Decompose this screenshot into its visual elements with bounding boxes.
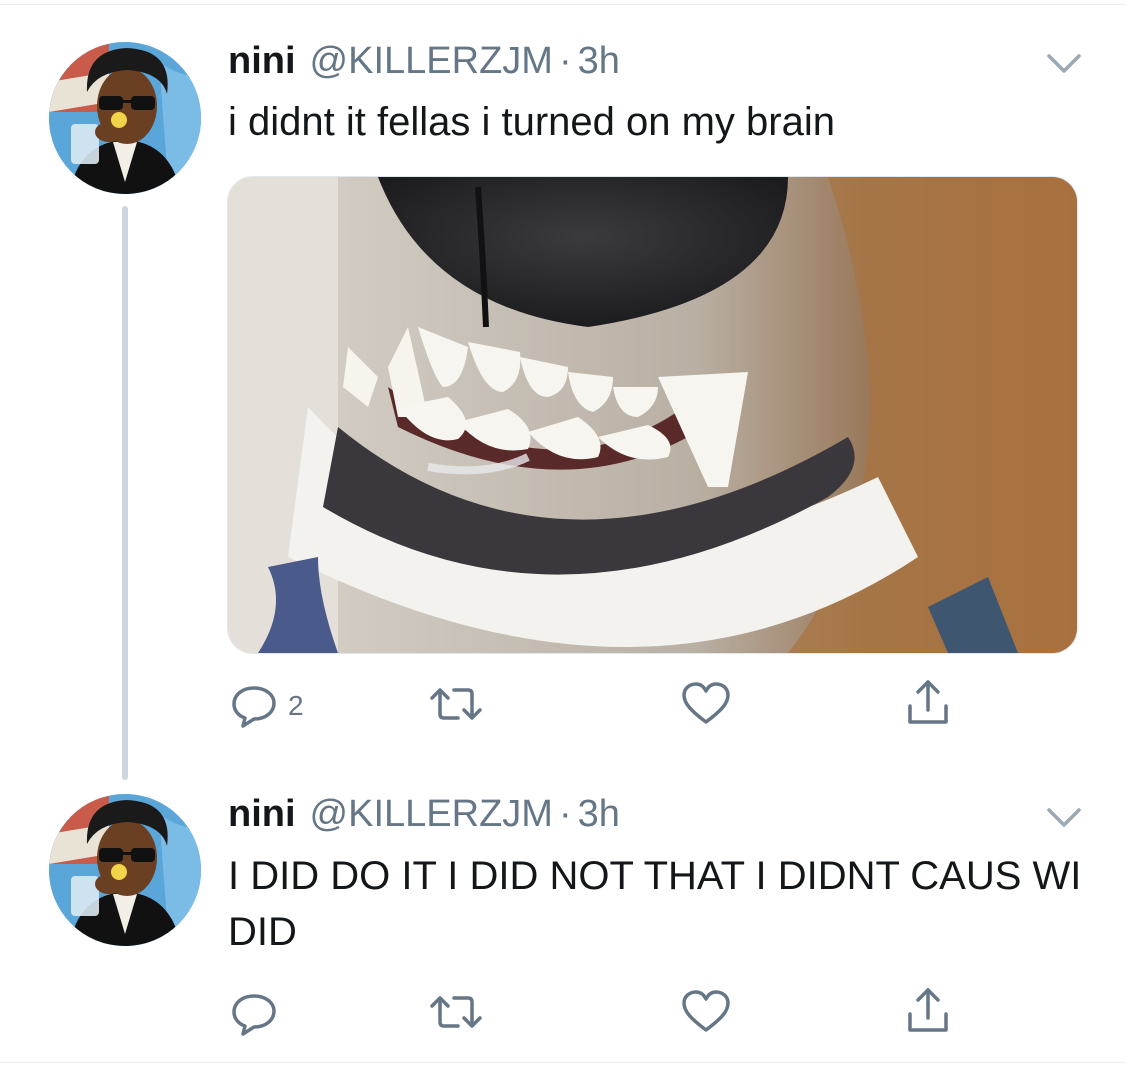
share-button[interactable] <box>900 984 956 1044</box>
reply-button[interactable]: 2 <box>228 676 304 736</box>
avatar[interactable] <box>49 42 201 194</box>
reply-icon <box>228 676 284 737</box>
separator-dot: · <box>558 40 572 82</box>
username[interactable]: @KILLERZJM <box>310 40 553 83</box>
bottom-divider <box>0 1062 1125 1063</box>
share-icon <box>900 984 956 1045</box>
share-icon <box>900 676 956 737</box>
retweet-button[interactable] <box>424 984 488 1044</box>
tweet[interactable]: nini @KILLERZJM · 3h I DID DO IT I DID N… <box>0 780 1125 1062</box>
like-button[interactable] <box>678 984 734 1044</box>
separator-dot: · <box>558 793 572 835</box>
tweet[interactable]: nini @KILLERZJM · 3h i didnt it fellas i… <box>0 0 1125 780</box>
timestamp[interactable]: 3h <box>578 40 620 83</box>
reply-count: 2 <box>288 690 304 721</box>
tweet-actions <box>228 984 988 1044</box>
timestamp[interactable]: 3h <box>578 793 620 836</box>
username[interactable]: @KILLERZJM <box>310 793 553 836</box>
heart-icon <box>678 676 734 737</box>
reply-icon <box>228 984 284 1045</box>
tweet-image[interactable] <box>227 176 1078 654</box>
share-button[interactable] <box>900 676 956 736</box>
tweet-actions: 2 <box>228 676 988 736</box>
display-name[interactable]: nini <box>228 40 296 83</box>
tweet-text: I DID DO IT I DID NOT THAT I DIDNT CAUS … <box>228 854 1082 954</box>
chevron-down-icon[interactable] <box>1046 52 1082 76</box>
thread-line <box>122 206 128 780</box>
avatar[interactable] <box>49 794 201 946</box>
tweet-header: nini @KILLERZJM · 3h <box>228 793 620 843</box>
retweet-icon <box>424 676 488 737</box>
reply-button[interactable] <box>228 984 284 1044</box>
like-button[interactable] <box>678 676 734 736</box>
tweet-header: nini @KILLERZJM · 3h <box>228 40 620 90</box>
retweet-button[interactable] <box>424 676 488 736</box>
chevron-down-icon[interactable] <box>1046 806 1082 830</box>
tweet-text: i didnt it fellas i turned on my brain <box>228 100 835 144</box>
display-name[interactable]: nini <box>228 793 296 836</box>
heart-icon <box>678 984 734 1045</box>
retweet-icon <box>424 984 488 1045</box>
